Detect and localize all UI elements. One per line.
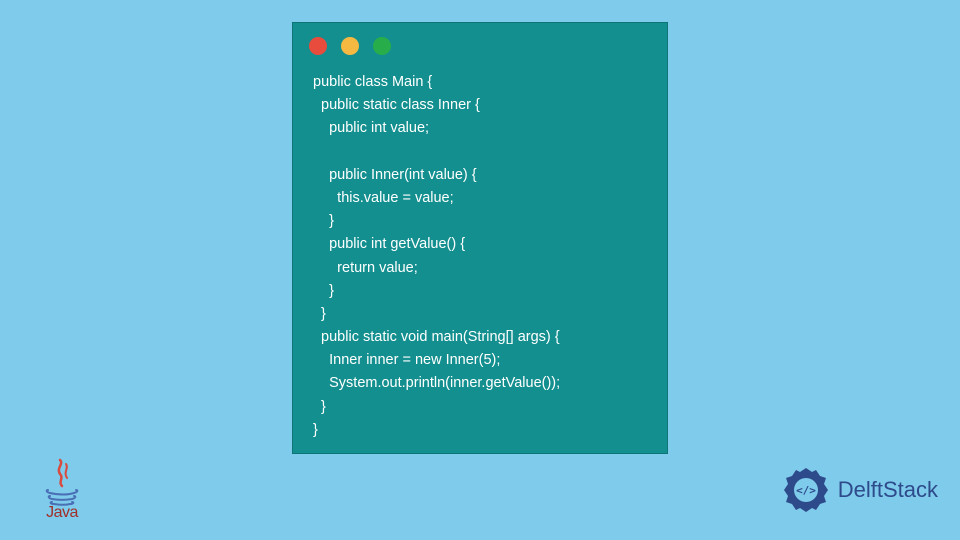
minimize-dot-icon — [341, 37, 359, 55]
java-label: Java — [46, 504, 78, 522]
java-logo: Java — [36, 450, 88, 522]
java-cup-icon — [42, 458, 82, 506]
code-block: public class Main { public static class … — [293, 61, 667, 442]
delftstack-logo: </> DelftStack — [780, 464, 938, 516]
delftstack-label: DelftStack — [838, 477, 938, 503]
code-window: public class Main { public static class … — [292, 22, 668, 454]
maximize-dot-icon — [373, 37, 391, 55]
svg-text:</>: </> — [796, 484, 816, 497]
window-dots — [293, 23, 667, 61]
close-dot-icon — [309, 37, 327, 55]
delftstack-emblem-icon: </> — [780, 464, 832, 516]
